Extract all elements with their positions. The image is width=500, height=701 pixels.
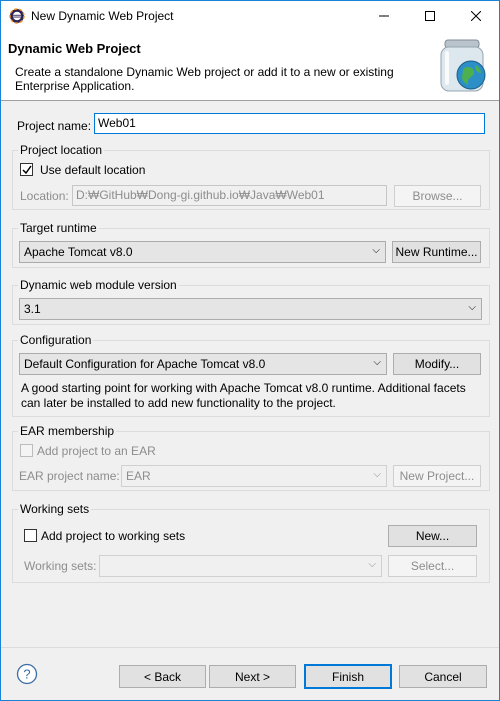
page-description: Create a standalone Dynamic Web project … (15, 65, 394, 93)
use-default-location-checkbox[interactable] (20, 163, 33, 176)
page-title: Dynamic Web Project (8, 41, 141, 56)
new-ear-project-button[interactable]: New Project... (393, 465, 481, 487)
module-version-select[interactable]: 3.1 ⌵ (19, 298, 482, 320)
add-to-working-sets-checkbox[interactable] (24, 529, 37, 542)
maximize-icon (425, 11, 435, 21)
ear-membership-title: EAR membership (18, 424, 117, 438)
help-icon[interactable]: ? (16, 663, 38, 685)
minimize-button[interactable] (361, 1, 407, 31)
chevron-down-icon: ⌵ (368, 559, 376, 570)
new-working-set-button[interactable]: New... (388, 525, 477, 547)
cancel-button[interactable]: Cancel (399, 665, 487, 688)
location-label: Location: (20, 189, 69, 203)
ear-project-name-value: EAR (126, 469, 151, 483)
back-button[interactable]: < Back (119, 665, 206, 688)
working-sets-select[interactable]: ⌵ (99, 555, 382, 577)
dialog-window: New Dynamic Web Project Dynamic Web Proj… (0, 0, 500, 701)
project-location-title: Project location (18, 143, 105, 157)
add-to-working-sets-label: Add project to working sets (41, 529, 186, 543)
ear-project-name-label: EAR project name: (19, 469, 120, 483)
target-runtime-select[interactable]: Apache Tomcat v8.0 ⌵ (19, 241, 386, 263)
configuration-title: Configuration (18, 333, 94, 347)
working-sets-title: Working sets (18, 502, 92, 516)
ear-project-name-select[interactable]: EAR ⌵ (121, 465, 387, 487)
working-sets-label: Working sets: (24, 559, 97, 573)
configuration-description: A good starting point for working with A… (21, 381, 466, 410)
close-button[interactable] (453, 1, 499, 31)
use-default-location-label: Use default location (40, 163, 146, 177)
eclipse-icon (9, 8, 25, 24)
web-project-jar-icon (440, 39, 486, 92)
add-to-ear-label: Add project to an EAR (37, 444, 156, 458)
chevron-down-icon: ⌵ (372, 245, 380, 256)
finish-button[interactable]: Finish (304, 664, 392, 689)
browse-button[interactable]: Browse... (394, 185, 481, 207)
footer-separator (1, 647, 499, 648)
module-version-title: Dynamic web module version (18, 278, 179, 292)
new-runtime-button[interactable]: New Runtime... (392, 241, 481, 263)
window-title: New Dynamic Web Project (31, 9, 174, 23)
target-runtime-value: Apache Tomcat v8.0 (24, 245, 133, 259)
add-to-ear-checkbox[interactable] (20, 444, 33, 457)
minimize-icon (379, 15, 389, 17)
checkmark-icon (22, 165, 32, 175)
location-input[interactable]: D:₩GitHub₩Dong-gi.github.io₩Java₩Web01 (72, 185, 387, 206)
configuration-select[interactable]: Default Configuration for Apache Tomcat … (19, 353, 387, 375)
project-name-input[interactable]: Web01 (94, 113, 485, 134)
target-runtime-title: Target runtime (18, 221, 99, 235)
next-button[interactable]: Next > (209, 665, 296, 688)
svg-text:?: ? (23, 667, 30, 682)
close-icon (471, 11, 481, 21)
chevron-down-icon: ⌵ (468, 302, 476, 313)
chevron-down-icon: ⌵ (373, 357, 381, 368)
configuration-value: Default Configuration for Apache Tomcat … (24, 357, 266, 371)
project-name-label: Project name: (17, 119, 92, 133)
wizard-header: Dynamic Web Project Create a standalone … (1, 31, 499, 101)
modify-button[interactable]: Modify... (393, 353, 481, 375)
chevron-down-icon: ⌵ (373, 469, 381, 480)
module-version-value: 3.1 (24, 302, 41, 316)
maximize-button[interactable] (407, 1, 453, 31)
select-working-sets-button[interactable]: Select... (388, 555, 477, 577)
title-bar[interactable]: New Dynamic Web Project (1, 1, 499, 31)
